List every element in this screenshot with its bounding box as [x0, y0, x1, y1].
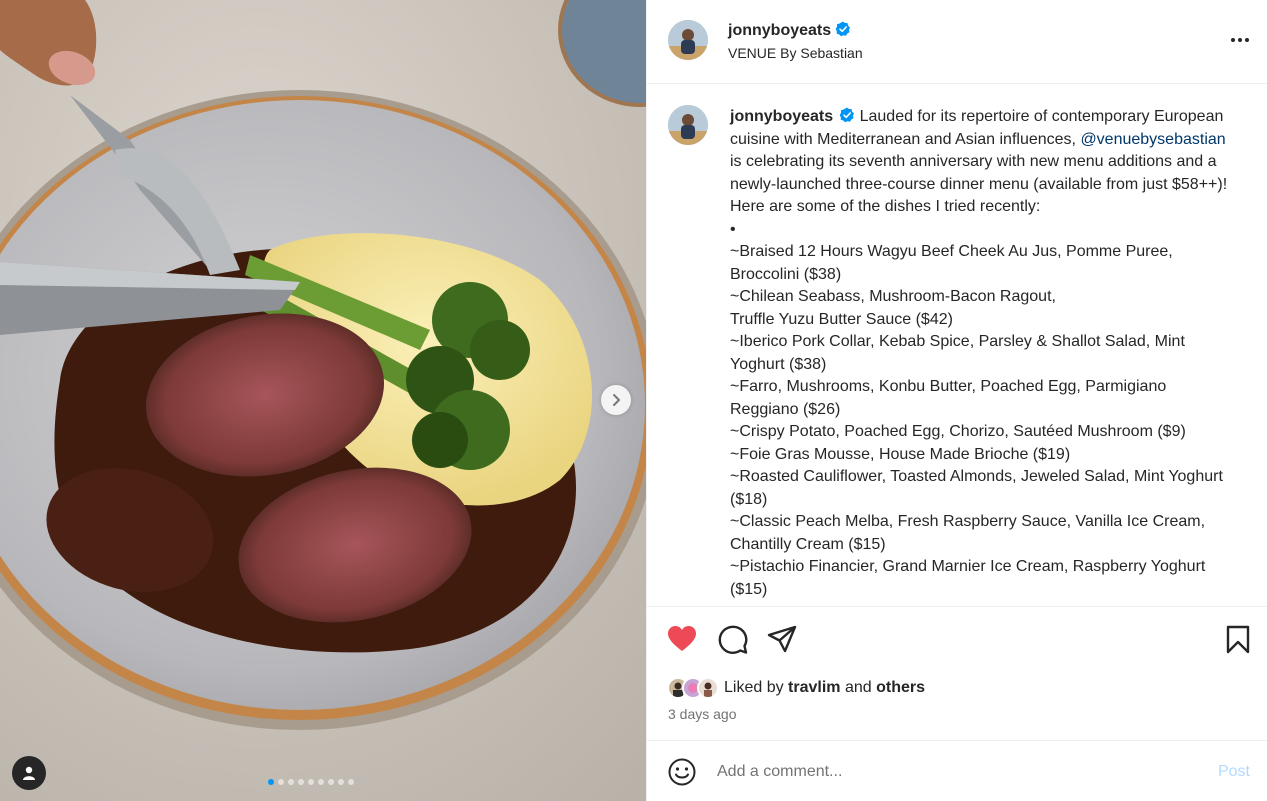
carousel-dot	[348, 779, 354, 785]
username-text: jonnyboyeats	[728, 22, 832, 39]
carousel-dot	[288, 779, 294, 785]
next-slide-button[interactable]	[601, 385, 631, 415]
more-options-button[interactable]	[1230, 30, 1250, 55]
post-comment-button[interactable]: Post	[1218, 763, 1250, 781]
post-header: jonnyboyeats VENUE By Sebastian	[647, 0, 1267, 84]
dish-line: ~Roasted Cauliflower, Toasted Almonds, J…	[730, 468, 1223, 508]
liker-avatar[interactable]	[697, 677, 719, 699]
post-caption: jonnyboyeats Lauded for its repertoire o…	[730, 106, 1230, 601]
post-timestamp[interactable]: 3 days ago	[668, 706, 737, 722]
post-actions-bar	[647, 608, 1267, 670]
dish-line: Truffle Yuzu Butter Sauce ($42)	[730, 310, 953, 328]
post-details-panel: jonnyboyeats VENUE By Sebastian jonnyboy…	[646, 0, 1267, 801]
dish-line: ~Foie Gras Mousse, House Made Brioche ($…	[730, 445, 1071, 463]
like-button[interactable]	[667, 625, 697, 658]
likes-others-link[interactable]: others	[876, 679, 925, 696]
add-comment-bar: Post	[647, 740, 1267, 801]
more-horizontal-icon	[1231, 38, 1249, 42]
smiley-icon	[668, 758, 696, 786]
share-button[interactable]	[767, 625, 797, 660]
carousel-dot	[308, 779, 314, 785]
verified-badge-icon	[839, 107, 855, 123]
dish-line: ~Iberico Pork Collar, Kebab Spice, Parsl…	[730, 333, 1185, 373]
tagged-users-button[interactable]	[12, 756, 46, 790]
likes-prefix: Liked by	[724, 679, 784, 696]
carousel-dot	[338, 779, 344, 785]
avatar-image	[668, 105, 708, 145]
post-author-username[interactable]: jonnyboyeats	[728, 21, 851, 40]
post-media[interactable]	[0, 0, 646, 801]
comment-bubble-icon	[718, 625, 748, 655]
emoji-button[interactable]	[668, 758, 696, 791]
save-button[interactable]	[1225, 625, 1251, 660]
dish-line: ~Pistachio Financier, Grand Marnier Ice …	[730, 558, 1206, 598]
caption-author-username[interactable]: jonnyboyeats	[730, 108, 833, 125]
dish-line: ~Classic Peach Melba, Fresh Raspberry Sa…	[730, 513, 1206, 553]
avatar[interactable]	[668, 105, 708, 145]
carousel-dot	[318, 779, 324, 785]
caption-bullet: •	[730, 220, 736, 238]
comments-scroll-area[interactable]: jonnyboyeats Lauded for its repertoire o…	[647, 85, 1267, 607]
carousel-dot	[298, 779, 304, 785]
chevron-right-icon	[613, 394, 620, 406]
comment-input[interactable]	[717, 759, 1177, 785]
mention-link[interactable]: @venuebysebastian	[1080, 131, 1225, 148]
avatar[interactable]	[668, 20, 708, 60]
verified-badge-icon	[835, 21, 851, 37]
bookmark-icon	[1226, 625, 1250, 654]
liker-username[interactable]: travlim	[788, 679, 840, 696]
avatar-image	[668, 20, 708, 60]
paper-plane-icon	[767, 625, 797, 653]
post-location[interactable]: VENUE By Sebastian	[728, 45, 863, 61]
likes-text: Liked by travlim and others	[724, 679, 925, 697]
comment-button[interactable]	[718, 625, 748, 660]
carousel-dot	[278, 779, 284, 785]
food-photo	[0, 0, 646, 801]
user-tag-icon	[23, 766, 35, 780]
dish-line: ~Crispy Potato, Poached Egg, Chorizo, Sa…	[730, 423, 1186, 440]
likes-connector: and	[844, 679, 872, 696]
carousel-indicator	[268, 779, 354, 785]
heart-filled-icon	[668, 626, 696, 651]
dish-line: ~Braised 12 Hours Wagyu Beef Cheek Au Ju…	[730, 243, 1173, 283]
caption-intro-text-continued: is celebrating its seventh anniversary w…	[730, 153, 1228, 215]
carousel-dot	[328, 779, 334, 785]
carousel-dot	[268, 779, 274, 785]
likes-summary: Liked by travlim and others	[667, 676, 925, 700]
dish-line: ~Farro, Mushrooms, Konbu Butter, Poached…	[730, 378, 1167, 418]
dish-line: ~Chilean Seabass, Mushroom-Bacon Ragout,	[730, 288, 1056, 305]
